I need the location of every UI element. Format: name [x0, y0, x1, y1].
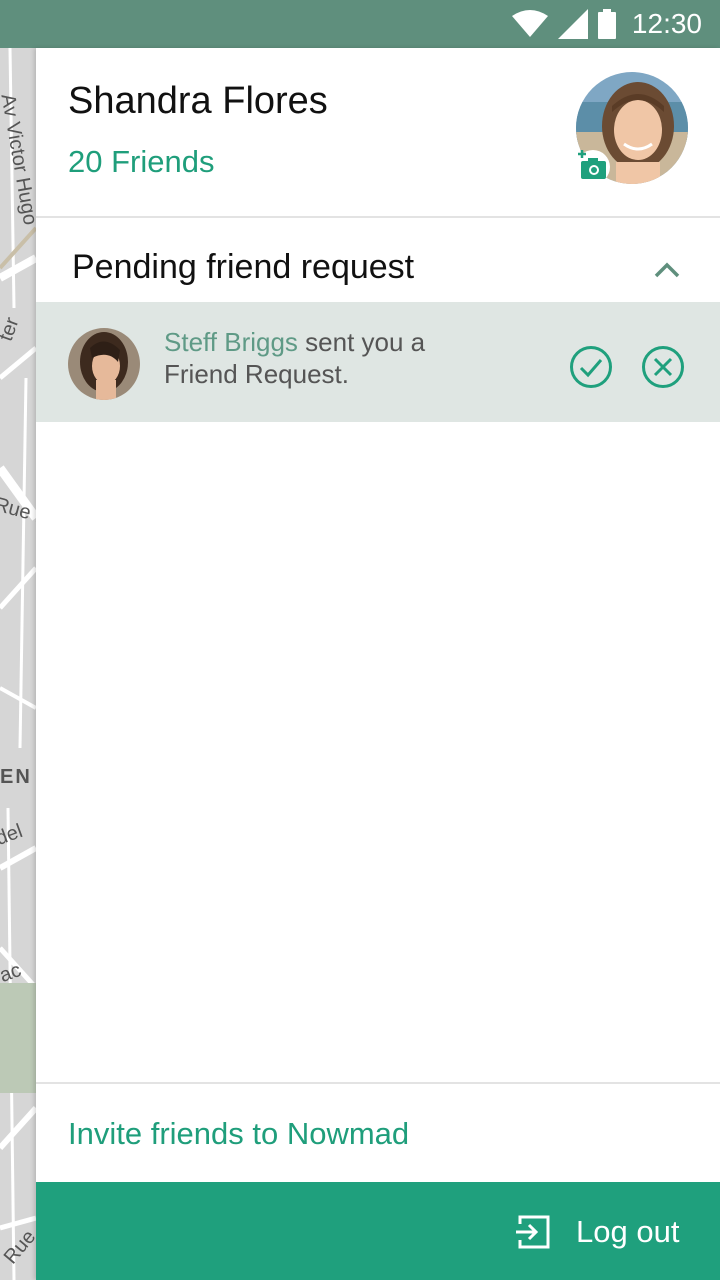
invite-friends-link[interactable]: Invite friends to Nowmad	[68, 1116, 409, 1152]
map-label: EN	[0, 766, 32, 788]
profile-header: Shandra Flores 20 Friends	[36, 48, 720, 218]
sender-name-link[interactable]: Steff Briggs	[164, 327, 298, 357]
accept-request-button[interactable]	[569, 345, 613, 389]
signal-icon	[557, 9, 588, 39]
status-bar: 12:30	[0, 0, 720, 48]
decline-request-button[interactable]	[641, 345, 685, 389]
navigation-drawer: Shandra Flores 20 Friends Pending friend…	[36, 48, 720, 1280]
pending-section-header[interactable]: Pending friend request	[36, 220, 720, 302]
profile-name: Shandra Flores	[68, 80, 328, 122]
divider	[36, 1082, 720, 1084]
pending-title: Pending friend request	[72, 248, 415, 286]
logout-icon	[516, 1215, 550, 1249]
sender-photo	[68, 328, 140, 400]
logout-button[interactable]: Log out	[36, 1182, 720, 1280]
battery-icon	[597, 9, 616, 39]
friend-request-item: Steff Briggs sent you a Friend Request.	[36, 302, 720, 422]
chevron-up-icon[interactable]	[652, 260, 682, 280]
request-message-line2: Friend Request.	[164, 359, 349, 389]
wifi-icon	[511, 10, 548, 37]
map-background[interactable]: Av Victor Hugo ter Rue L EN del ac Rue	[0, 48, 36, 1280]
friends-count-link[interactable]: 20 Friends	[68, 144, 214, 180]
logout-label: Log out	[576, 1214, 680, 1249]
request-message: Steff Briggs sent you a Friend Request.	[164, 326, 544, 390]
status-time: 12:30	[631, 8, 702, 39]
request-sender-avatar[interactable]	[68, 328, 140, 400]
request-message-line1: sent you a	[305, 327, 426, 357]
status-icons: 12:30	[511, 0, 702, 48]
add-photo-icon[interactable]	[576, 150, 610, 184]
map-roads	[0, 48, 36, 1280]
